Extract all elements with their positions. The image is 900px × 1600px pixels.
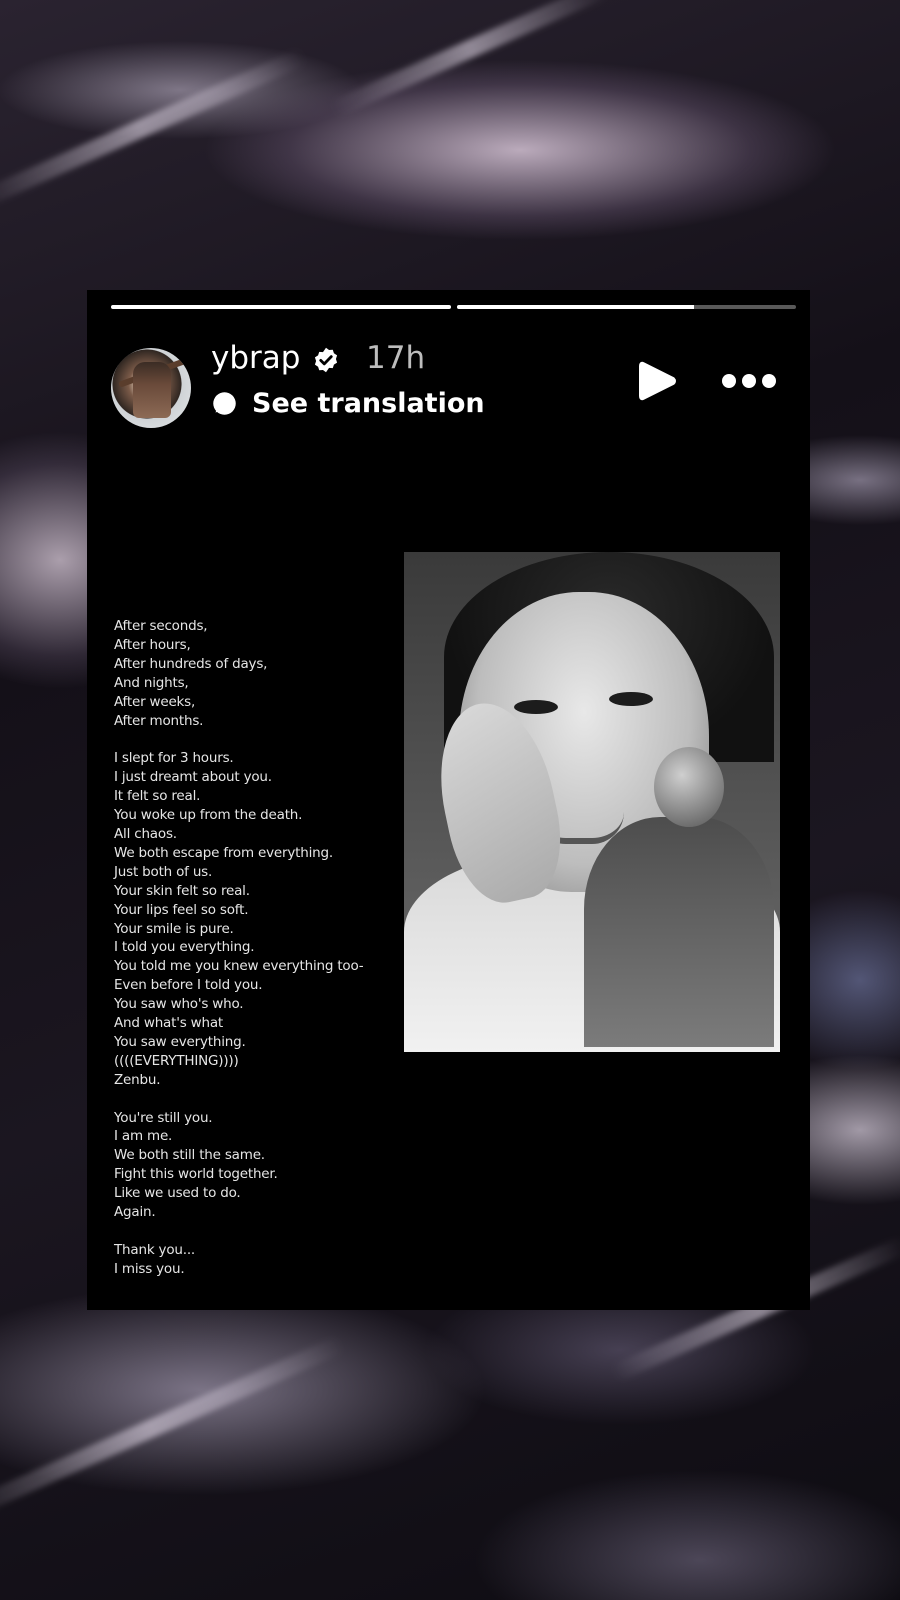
- photo-detail: [654, 747, 724, 827]
- light-streak: [0, 1335, 346, 1523]
- progress-segment: [456, 305, 796, 309]
- story-progress: [111, 305, 796, 309]
- story-card[interactable]: ybrap 17h See translation After seconds,…: [87, 290, 810, 1310]
- username[interactable]: ybrap: [211, 340, 300, 376]
- verified-badge-icon: [314, 347, 338, 373]
- story-photo: [404, 552, 780, 1052]
- play-icon[interactable]: [637, 360, 677, 402]
- progress-fill: [456, 305, 695, 309]
- photo-detail: [574, 747, 774, 1047]
- light-streak: [0, 47, 309, 211]
- avatar[interactable]: [111, 348, 191, 428]
- post-time: 17h: [366, 340, 426, 376]
- photo-detail: [609, 692, 653, 706]
- more-options-icon[interactable]: [719, 370, 779, 392]
- photo-detail: [584, 817, 774, 1047]
- see-translation-label: See translation: [252, 388, 485, 419]
- light-streak: [329, 0, 611, 119]
- progress-fill: [111, 305, 451, 309]
- poem-text: After seconds, After hours, After hundre…: [114, 618, 364, 1277]
- see-translation-button[interactable]: See translation: [211, 388, 485, 419]
- photo-detail: [514, 700, 558, 714]
- translate-bubble-icon: [213, 392, 236, 415]
- avatar-image-detail: [133, 362, 171, 418]
- progress-segment: [111, 305, 451, 309]
